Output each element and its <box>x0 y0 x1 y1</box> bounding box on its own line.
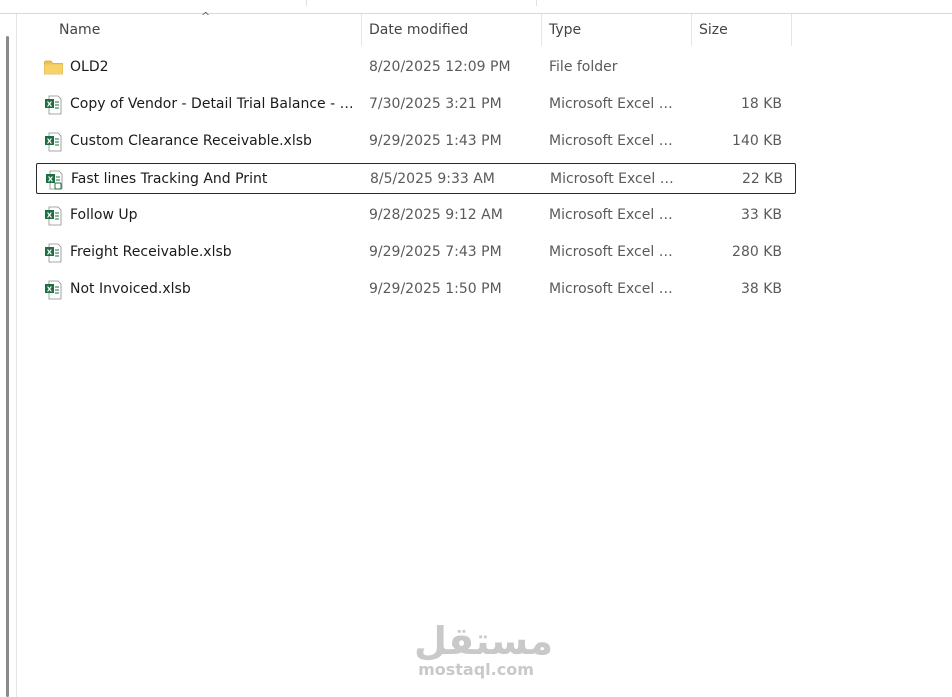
file-type: Microsoft Excel W... <box>549 96 684 112</box>
excel-icon: X <box>44 126 66 157</box>
file-size: 33 KB <box>740 207 782 223</box>
column-header-name[interactable]: Name <box>51 14 362 46</box>
file-type: Microsoft Excel W... <box>549 133 684 149</box>
toolbar-divider <box>306 0 307 6</box>
file-list[interactable]: ^ Name Date modified Type Size OLD2 8/20/… <box>36 10 796 311</box>
svg-text:X: X <box>48 175 54 183</box>
file-explorer-window: ^ Name Date modified Type Size OLD2 8/20/… <box>0 0 952 697</box>
excel-icon: X <box>44 89 66 120</box>
file-rows: OLD2 8/20/2025 12:09 PM File folder X Copy o… <box>36 52 796 305</box>
file-date-modified: 9/29/2025 1:50 PM <box>369 281 502 297</box>
file-row[interactable]: X Follow Up 9/28/2025 9:12 AM Microsoft Exc… <box>36 200 796 231</box>
excel-macro-icon: X <box>45 164 67 195</box>
file-name: Freight Receivable.xlsb <box>70 244 232 260</box>
file-row[interactable]: X Not Invoiced.xlsb 9/29/2025 1:50 PM Micro… <box>36 274 796 305</box>
svg-text:X: X <box>47 100 53 108</box>
folder-icon <box>44 52 66 83</box>
svg-text:X: X <box>47 137 53 145</box>
file-type: Microsoft Excel W... <box>549 244 684 260</box>
file-date-modified: 9/29/2025 7:43 PM <box>369 244 502 260</box>
navigation-pane[interactable] <box>0 14 17 697</box>
file-size: 280 KB <box>732 244 782 260</box>
watermark-logo: مستقل mostaql.com <box>414 619 553 679</box>
toolbar-strip <box>0 0 952 14</box>
toolbar-divider <box>536 0 537 6</box>
file-date-modified: 7/30/2025 3:21 PM <box>369 96 502 112</box>
file-size <box>692 52 782 83</box>
file-name: Fast lines Tracking And Print <box>71 171 268 187</box>
column-header-date-label: Date modified <box>369 22 469 38</box>
watermark-latin: mostaql.com <box>418 660 534 679</box>
file-row[interactable]: X Copy of Vendor - Detail Trial Balance -… <box>36 89 796 120</box>
file-row[interactable]: X Freight Receivable.xlsb 9/29/2025 7:43 P… <box>36 237 796 268</box>
column-header-size[interactable]: Size <box>691 14 792 46</box>
file-name: Copy of Vendor - Detail Trial Balance - … <box>70 96 354 112</box>
file-name: OLD2 <box>70 59 109 75</box>
column-header-type-label: Type <box>549 22 582 38</box>
file-type: File folder <box>549 59 618 75</box>
excel-icon: X <box>44 274 66 305</box>
file-name: Custom Clearance Receivable.xlsb <box>70 133 312 149</box>
file-type: Microsoft Excel W... <box>549 207 684 223</box>
file-row[interactable]: X Custom Clearance Receivable.xlsb 9/29/20… <box>36 126 796 157</box>
file-name: Not Invoiced.xlsb <box>70 281 191 297</box>
svg-text:X: X <box>47 285 53 293</box>
svg-text:X: X <box>47 248 53 256</box>
file-name: Follow Up <box>70 207 138 223</box>
file-date-modified: 9/28/2025 9:12 AM <box>369 207 503 223</box>
file-size: 18 KB <box>740 96 782 112</box>
file-row[interactable]: X Fast lines Tracking And Print 8/5/2025 9… <box>36 163 796 194</box>
navigation-scrollbar[interactable] <box>6 36 9 697</box>
file-type: Microsoft Excel M... <box>550 171 685 187</box>
file-type: Microsoft Excel W... <box>549 281 684 297</box>
file-size: 140 KB <box>732 133 782 149</box>
file-date-modified: 9/29/2025 1:43 PM <box>369 133 502 149</box>
column-header-date[interactable]: Date modified <box>361 14 542 46</box>
file-size: 22 KB <box>741 171 783 187</box>
column-header-size-label: Size <box>699 22 728 38</box>
file-row[interactable]: OLD2 8/20/2025 12:09 PM File folder <box>36 52 796 83</box>
excel-icon: X <box>44 237 66 268</box>
watermark-arabic: مستقل <box>414 619 553 663</box>
column-header: ^ Name Date modified Type Size <box>36 10 796 46</box>
svg-text:X: X <box>47 211 53 219</box>
file-size: 38 KB <box>740 281 782 297</box>
column-header-name-label: Name <box>59 22 101 38</box>
column-header-type[interactable]: Type <box>541 14 692 46</box>
excel-icon: X <box>44 200 66 231</box>
file-date-modified: 8/5/2025 9:33 AM <box>370 171 495 187</box>
file-date-modified: 8/20/2025 12:09 PM <box>369 59 511 75</box>
